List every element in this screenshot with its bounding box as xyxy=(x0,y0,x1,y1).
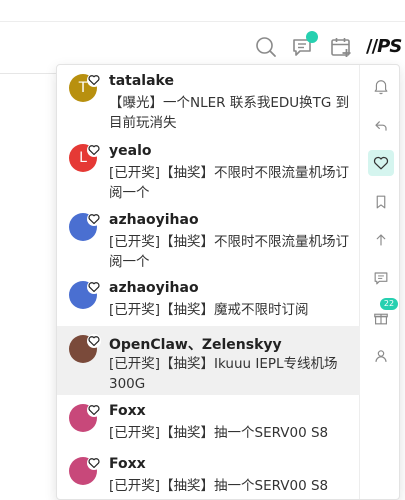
notification-item[interactable]: Foxx [已开奖]【抽奖】抽一个SERV00 S8 xyxy=(57,395,360,448)
notification-item[interactable]: Ttatalake 【曝光】一个NLER 联系我EDU换TG 到目前玩消失 xyxy=(57,65,360,135)
reply-icon xyxy=(371,116,391,136)
heart-icon xyxy=(87,73,101,87)
notification-item[interactable]: OpenClaw、Zelenskyy [已开奖]【抽奖】Ikuuu IEPL专线机… xyxy=(57,326,360,395)
notification-item[interactable]: azhaoyihao [已开奖]【抽奖】不限时不限流量机场订阅一个 xyxy=(57,204,360,272)
notification-username: Foxx xyxy=(109,456,146,472)
notification-text: 【曝光】一个NLER 联系我EDU换TG 到目前玩消失 xyxy=(109,95,350,131)
notification-username: Foxx xyxy=(109,403,146,419)
tab-bell[interactable] xyxy=(368,74,394,100)
notification-username: yealo xyxy=(109,143,152,159)
tab-bookmark[interactable] xyxy=(368,189,394,215)
notification-item[interactable]: Foxx [已开奖]【抽奖】抽一个SERV00 S8 xyxy=(57,448,360,499)
search-icon[interactable] xyxy=(253,34,279,60)
notification-username: tatalake xyxy=(109,73,174,89)
tab-message[interactable] xyxy=(368,265,394,291)
header-divider xyxy=(0,73,56,74)
bell-icon xyxy=(371,77,391,97)
arrow-up-icon xyxy=(371,230,391,250)
heart-icon xyxy=(87,280,101,294)
heart-icon xyxy=(87,456,101,470)
notification-panel: Ttatalake 【曝光】一个NLER 联系我EDU换TG 到目前玩消失 Lyea… xyxy=(56,64,400,500)
brand-logo-mark: // xyxy=(366,36,378,57)
tab-heart[interactable] xyxy=(368,150,394,176)
top-divider xyxy=(0,21,405,22)
bookmark-icon xyxy=(371,192,391,212)
heart-icon xyxy=(87,334,101,348)
tab-arrow-up[interactable] xyxy=(368,227,394,253)
notification-text: [已开奖]【抽奖】抽一个SERV00 S8 xyxy=(109,425,329,441)
notification-tabs: 22 xyxy=(361,65,399,499)
notification-text: [已开奖]【抽奖】魔戒不限时订阅 xyxy=(109,302,309,318)
tab-gift[interactable]: 22 xyxy=(368,298,398,331)
heart-icon xyxy=(87,143,101,157)
heart-icon xyxy=(87,212,101,226)
brand-logo[interactable]: //PS xyxy=(366,36,402,57)
tab-reply[interactable] xyxy=(368,113,394,139)
notification-list: Ttatalake 【曝光】一个NLER 联系我EDU换TG 到目前玩消失 Lyea… xyxy=(57,65,360,499)
heart-icon xyxy=(371,153,391,173)
tab-user[interactable] xyxy=(368,343,394,369)
calendar-plus-icon[interactable] xyxy=(328,34,354,60)
notification-text: [已开奖]【抽奖】抽一个SERV00 S8 xyxy=(109,478,329,494)
heart-icon xyxy=(87,403,101,417)
gift-icon xyxy=(371,308,391,328)
count-badge: 22 xyxy=(380,298,398,310)
notification-text: [已开奖]【抽奖】不限时不限流量机场订阅一个 xyxy=(109,165,350,201)
brand-logo-text: PS xyxy=(377,36,402,57)
notification-username: azhaoyihao xyxy=(109,212,199,228)
message-icon xyxy=(371,268,391,288)
notification-item[interactable]: azhaoyihao [已开奖]【抽奖】魔戒不限时订阅 xyxy=(57,272,360,326)
notification-text: [已开奖]【抽奖】不限时不限流量机场订阅一个 xyxy=(109,234,350,270)
user-icon xyxy=(371,346,391,366)
notification-item[interactable]: Lyealo [已开奖]【抽奖】不限时不限流量机场订阅一个 xyxy=(57,135,360,204)
notification-dot xyxy=(306,31,318,43)
notification-username: azhaoyihao xyxy=(109,280,199,296)
notification-username: OpenClaw、Zelenskyy xyxy=(109,337,282,353)
notification-text: [已开奖]【抽奖】Ikuuu IEPL专线机场300G xyxy=(109,356,338,392)
